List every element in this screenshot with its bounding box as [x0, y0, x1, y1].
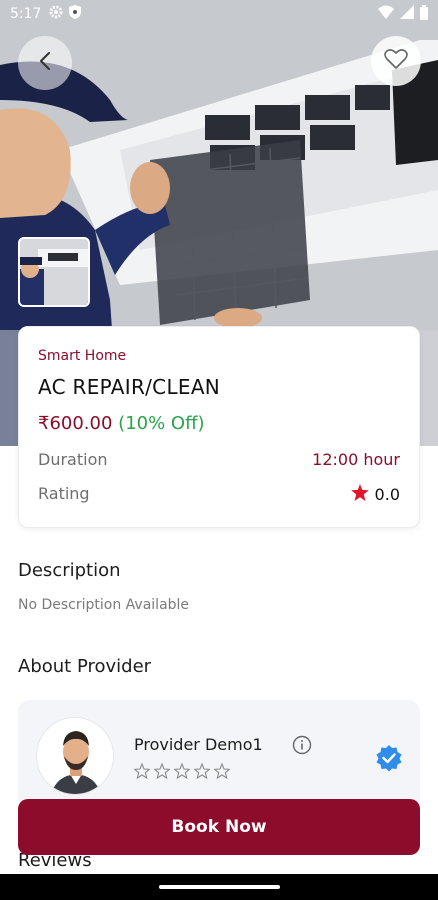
- rating-value: 0.0: [374, 485, 400, 504]
- service-category[interactable]: Smart Home: [38, 348, 126, 364]
- discount-label: (10% Off): [118, 413, 205, 434]
- service-price: ₹600.00 (10% Off): [38, 413, 205, 434]
- duration-row: Duration 12:00 hour: [38, 450, 400, 469]
- empty-star-icon: [154, 763, 170, 779]
- duration-label: Duration: [38, 450, 108, 469]
- heart-icon: [384, 48, 408, 74]
- back-button[interactable]: [18, 36, 72, 90]
- book-now-button[interactable]: Book Now: [18, 799, 420, 855]
- rating-label: Rating: [38, 484, 90, 503]
- description-text: No Description Available: [18, 597, 190, 613]
- wifi-icon: [378, 5, 394, 23]
- signal-icon: [400, 5, 414, 23]
- provider-rating-stars: [134, 763, 230, 779]
- verified-badge-icon: [375, 744, 403, 776]
- star-icon: [350, 484, 369, 505]
- system-navigation-bar: [0, 874, 438, 900]
- about-provider-title: About Provider: [18, 656, 152, 677]
- price-amount: ₹600.00: [38, 413, 113, 434]
- home-gesture-handle[interactable]: [159, 885, 280, 889]
- service-info-card: Smart Home AC REPAIR/CLEAN ₹600.00 (10% …: [18, 326, 420, 528]
- description-title: Description: [18, 560, 121, 581]
- info-icon[interactable]: [292, 735, 312, 759]
- duration-value: 12:00 hour: [312, 450, 400, 469]
- settings-gear-icon: [49, 5, 63, 23]
- provider-avatar: [36, 717, 114, 795]
- empty-star-icon: [194, 763, 210, 779]
- empty-star-icon: [214, 763, 230, 779]
- empty-star-icon: [174, 763, 190, 779]
- battery-icon: [420, 4, 428, 24]
- rating-row: Rating 0.0: [38, 484, 400, 505]
- empty-star-icon: [134, 763, 150, 779]
- favorite-button[interactable]: [371, 36, 421, 86]
- thumbnail-image: [20, 239, 88, 305]
- service-name: AC REPAIR/CLEAN: [38, 375, 221, 399]
- provider-name: Provider Demo1: [134, 735, 263, 754]
- shield-icon: [69, 5, 82, 23]
- back-arrow-icon: [38, 51, 52, 75]
- status-time: 5:17: [10, 6, 42, 22]
- gallery-thumbnail[interactable]: [18, 237, 90, 307]
- provider-card[interactable]: Provider Demo1: [18, 700, 420, 810]
- status-bar: 5:17: [0, 0, 438, 28]
